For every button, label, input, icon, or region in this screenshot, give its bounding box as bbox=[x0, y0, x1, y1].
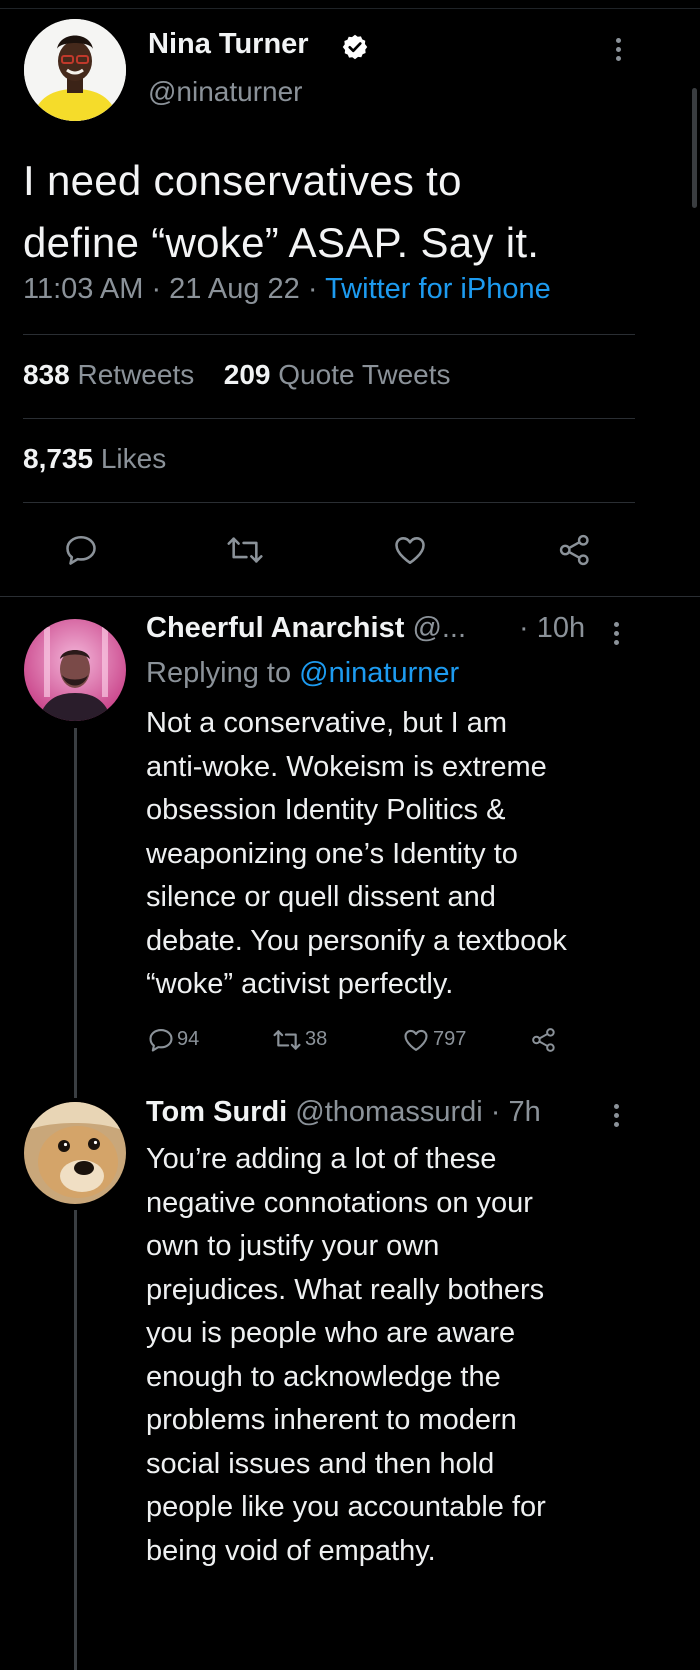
reply-icon[interactable] bbox=[63, 532, 99, 568]
reply-timestamp[interactable]: · 7h bbox=[491, 1096, 541, 1128]
quotes-stat[interactable]: 209 Quote Tweets bbox=[224, 359, 451, 390]
quotes-label: Quote Tweets bbox=[278, 359, 451, 390]
main-tweet-text: I need conservatives to define “woke” AS… bbox=[23, 157, 540, 266]
avatar-tom-surdi[interactable] bbox=[24, 1102, 126, 1204]
like-icon[interactable] bbox=[391, 532, 429, 568]
share-icon[interactable] bbox=[556, 532, 594, 568]
more-icon[interactable] bbox=[614, 622, 620, 649]
retweet-icon[interactable] bbox=[270, 1027, 304, 1053]
retweets-label: Retweets bbox=[77, 359, 195, 390]
retweets-count: 838 bbox=[23, 359, 70, 390]
likes-stat[interactable]: 8,735 Likes bbox=[23, 443, 166, 475]
reply-text: You’re adding a lot of these negative co… bbox=[146, 1143, 546, 1567]
avatar-nina-turner[interactable] bbox=[24, 19, 126, 121]
reply-author-name[interactable]: Tom Surdi bbox=[146, 1096, 287, 1128]
avatar-image bbox=[24, 1102, 126, 1204]
reply-count: 94 bbox=[177, 1028, 200, 1050]
main-author-name[interactable]: Nina Turner bbox=[148, 28, 309, 61]
tweet-source-link[interactable]: Twitter for iPhone bbox=[325, 273, 551, 305]
tweet-time: 11:03 AM bbox=[23, 273, 144, 305]
quotes-count: 209 bbox=[223, 359, 271, 390]
avatar-image bbox=[24, 19, 126, 121]
retweets-stat[interactable]: 838 Retweets bbox=[23, 359, 202, 390]
reply-handle[interactable]: @... bbox=[412, 612, 466, 644]
tweet-date: 21 Aug 22 bbox=[169, 273, 300, 305]
divider-1 bbox=[23, 334, 635, 335]
reply-icon[interactable] bbox=[147, 1026, 175, 1054]
retweet-quote-stats: 838 Retweets 209 Quote Tweets bbox=[23, 359, 451, 391]
like-count: 797 bbox=[433, 1028, 467, 1050]
likes-count: 8,735 bbox=[23, 443, 94, 474]
verified-badge-icon bbox=[342, 34, 368, 60]
reply-2-header: Tom Surdi @thomassurdi · 7h bbox=[146, 1096, 541, 1129]
retweet-count: 38 bbox=[305, 1028, 328, 1050]
reply-text: Not a conservative, but I am anti-woke. … bbox=[146, 707, 567, 1000]
divider-3 bbox=[23, 502, 635, 503]
main-handle[interactable]: @ninaturner bbox=[148, 76, 303, 108]
replying-to-handle[interactable]: @ninaturner bbox=[299, 657, 459, 689]
like-icon[interactable] bbox=[401, 1026, 431, 1054]
scrollbar[interactable] bbox=[692, 88, 697, 208]
thread-line bbox=[74, 1210, 77, 1670]
reply-handle[interactable]: @thomassurdi bbox=[295, 1096, 482, 1128]
tweet-meta: 11:03 AM · 21 Aug 22 · Twitter for iPhon… bbox=[23, 273, 551, 305]
avatar-cheerful-anarchist[interactable] bbox=[24, 619, 126, 721]
replying-to: Replying to @ninaturner bbox=[146, 657, 459, 690]
author-name[interactable]: Nina Turner bbox=[148, 28, 309, 60]
divider-4 bbox=[0, 596, 700, 597]
reply-1-header: Cheerful Anarchist @... bbox=[146, 612, 466, 645]
retweet-icon[interactable] bbox=[225, 533, 265, 567]
thread-line bbox=[74, 728, 77, 1098]
reply-author-name[interactable]: Cheerful Anarchist bbox=[146, 612, 404, 644]
divider-2 bbox=[23, 418, 635, 419]
share-icon[interactable] bbox=[529, 1026, 559, 1054]
top-divider bbox=[0, 8, 700, 9]
avatar-image bbox=[24, 619, 126, 721]
more-icon[interactable] bbox=[616, 38, 622, 65]
reply-timestamp[interactable]: · 10h bbox=[519, 612, 585, 645]
more-icon[interactable] bbox=[614, 1104, 620, 1131]
likes-label: Likes bbox=[100, 443, 167, 474]
replying-to-label: Replying to bbox=[146, 657, 292, 689]
